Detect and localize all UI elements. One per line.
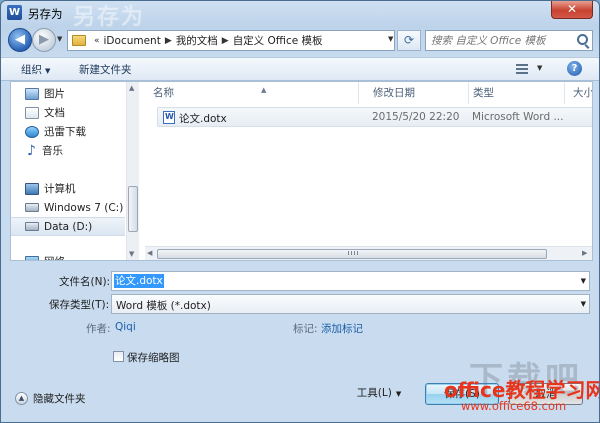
breadcrumb-idocument[interactable]: iDocument <box>104 35 161 47</box>
downloads-icon <box>25 125 39 138</box>
save-thumbnail-checkbox[interactable] <box>113 351 124 362</box>
address-bar[interactable]: « iDocument ▶ 我的文档 ▶ 自定义 Office 模板 <box>67 30 395 51</box>
horizontal-scrollbar[interactable]: ◀ ▶ <box>145 246 592 260</box>
drive-icon <box>25 203 39 212</box>
scroll-right-icon[interactable]: ▶ <box>582 249 587 257</box>
breadcrumb-my-documents[interactable]: 我的文档 <box>176 33 218 48</box>
browser-pane: 图片 文档 迅雷下载 音乐 计算机 <box>10 81 593 261</box>
chevron-right-icon[interactable]: ▶ <box>222 36 229 46</box>
organize-label: 组织 <box>21 64 42 76</box>
close-button[interactable]: ✕ <box>551 1 593 19</box>
chevron-down-icon: ▼ <box>45 67 51 75</box>
file-row[interactable]: 论文.dotx 2015/5/20 22:20 Microsoft Word .… <box>157 107 592 127</box>
sidebar-item-pictures[interactable]: 图片 <box>11 84 125 103</box>
savetype-label: 保存类型(T): <box>49 299 110 311</box>
chevron-down-icon: ▼ <box>395 390 402 398</box>
organize-button[interactable]: 组织 ▼ <box>21 62 50 77</box>
sidebar-item-music[interactable]: 音乐 <box>11 141 125 160</box>
tools-button[interactable]: 工具(L) ▼ <box>347 383 411 405</box>
documents-icon <box>25 106 39 119</box>
filename-label: 文件名(N): <box>59 276 111 288</box>
sidebar-item-documents[interactable]: 文档 <box>11 103 125 122</box>
sidebar-item-drive-c[interactable]: Windows 7 (C:) <box>11 198 125 217</box>
sort-ascending-icon: ▲ <box>261 86 267 94</box>
view-options-icon[interactable] <box>516 64 528 74</box>
search-icon[interactable] <box>577 34 588 45</box>
navigation-scroll-thumb[interactable] <box>128 186 138 232</box>
column-header-modified[interactable]: 修改日期 <box>365 82 469 104</box>
word-template-icon <box>163 111 175 124</box>
author-label: 作者: <box>86 323 111 335</box>
close-icon: ✕ <box>566 2 578 16</box>
file-list: 名称 ▲ 修改日期 类型 大小 论文.dotx 2015/5/20 22:20 … <box>145 82 592 260</box>
refresh-icon: ⟳ <box>403 33 415 47</box>
recent-pages-dropdown-icon[interactable]: ▼ <box>57 35 62 43</box>
column-header-type[interactable]: 类型 <box>465 82 565 104</box>
word-app-icon: W <box>7 5 22 20</box>
navigation-pane: 图片 文档 迅雷下载 音乐 计算机 <box>11 82 139 260</box>
title-bar: W 另存为 另存为 ✕ <box>1 1 599 30</box>
scroll-up-icon[interactable]: ▲ <box>129 84 134 92</box>
filename-selection: 论文.dotx <box>114 274 164 288</box>
folder-icon <box>72 35 86 46</box>
music-icon <box>27 145 37 157</box>
sidebar-item-network[interactable]: 网络 <box>11 252 125 260</box>
forward-arrow-icon: ▶ <box>39 32 49 47</box>
chevron-down-icon[interactable]: ▼ <box>581 277 586 285</box>
sidebar-item-computer[interactable]: 计算机 <box>11 179 125 198</box>
forward-button[interactable]: ▶ <box>32 28 56 52</box>
filename-input[interactable] <box>112 272 572 290</box>
author-value[interactable]: Qiqi <box>115 321 136 333</box>
column-header-name[interactable]: 名称 ▲ <box>145 82 359 104</box>
refresh-button[interactable]: ⟳ <box>397 30 421 51</box>
pictures-icon <box>25 87 39 100</box>
file-type: Microsoft Word ... <box>472 111 564 123</box>
search-input[interactable] <box>426 31 571 50</box>
filename-field[interactable]: 论文.dotx ▼ <box>111 271 590 291</box>
scroll-grip-icon <box>348 251 358 255</box>
computer-icon <box>25 182 39 195</box>
hide-folders-label: 隐藏文件夹 <box>33 393 86 405</box>
chevron-up-icon: ▲ <box>15 392 28 405</box>
scroll-left-icon[interactable]: ◀ <box>147 249 152 257</box>
savetype-value: Word 模板 (*.dotx) <box>116 300 211 312</box>
breadcrumb-office-templates[interactable]: 自定义 Office 模板 <box>233 33 323 48</box>
breadcrumb-overflow-icon[interactable]: « <box>94 36 100 46</box>
add-tags-link[interactable]: 添加标记 <box>321 321 363 336</box>
new-folder-button[interactable]: 新建文件夹 <box>79 62 132 77</box>
chevron-down-icon[interactable]: ▼ <box>581 300 586 308</box>
network-icon <box>25 255 39 260</box>
save-as-dialog: W 另存为 另存为 ✕ ◀ ▶ ▼ « iDocument ▶ 我的文档 ▶ 自… <box>0 0 600 423</box>
back-button[interactable]: ◀ <box>8 28 32 52</box>
search-box[interactable] <box>425 30 593 51</box>
navigation-bar: ◀ ▶ ▼ « iDocument ▶ 我的文档 ▶ 自定义 Office 模板… <box>1 27 599 55</box>
command-toolbar: 组织 ▼ 新建文件夹 ▼ ? <box>1 57 599 81</box>
navigation-scrollbar[interactable] <box>126 82 139 260</box>
scroll-down-icon[interactable]: ▼ <box>129 250 134 258</box>
savetype-select[interactable]: Word 模板 (*.dotx) ▼ <box>111 294 590 314</box>
address-dropdown-icon[interactable]: ▼ <box>388 35 393 43</box>
help-icon[interactable]: ? <box>567 61 582 76</box>
back-arrow-icon: ◀ <box>15 32 25 47</box>
drive-icon <box>25 222 39 231</box>
view-dropdown-icon[interactable]: ▼ <box>537 64 542 72</box>
tools-label: 工具(L) <box>356 387 392 399</box>
hide-folders-button[interactable]: ▲ 隐藏文件夹 <box>15 391 86 406</box>
window-title: 另存为 <box>28 7 63 21</box>
file-name: 论文.dotx <box>179 113 227 125</box>
file-modified: 2015/5/20 22:20 <box>372 111 460 123</box>
column-header-size[interactable]: 大小 <box>565 82 592 104</box>
sidebar-item-drive-d[interactable]: Data (D:) <box>11 217 125 236</box>
chevron-right-icon[interactable]: ▶ <box>165 36 172 46</box>
tags-label: 标记: <box>293 323 318 335</box>
watermark-url: www.office68.com <box>461 399 567 413</box>
sidebar-item-downloads[interactable]: 迅雷下载 <box>11 122 125 141</box>
save-thumbnail-label: 保存缩略图 <box>127 352 180 364</box>
